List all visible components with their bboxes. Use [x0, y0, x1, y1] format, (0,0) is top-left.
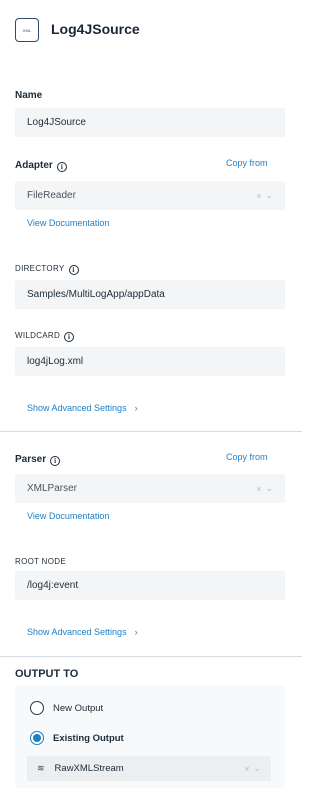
wildcard-input[interactable]: log4jLog.xml	[15, 347, 285, 376]
root-node-input[interactable]: /log4j:event	[15, 571, 285, 600]
parser-show-advanced-settings-link[interactable]: Show Advanced Settings ›	[27, 627, 138, 637]
stream-icon: ≋	[37, 763, 45, 773]
parser-label: Parser	[15, 454, 47, 465]
chevron-right-icon: ›	[134, 627, 138, 637]
existing-stream-select[interactable]: ≋ RawXMLStream × ⌄	[27, 756, 271, 781]
page-title: Log4JSource	[51, 21, 140, 37]
name-label: Name	[15, 90, 43, 101]
existing-output-radio[interactable]	[30, 731, 44, 745]
wildcard-label: WILDCARD	[15, 331, 61, 340]
name-input[interactable]: Log4JSource	[15, 108, 285, 137]
existing-stream-value: RawXMLStream	[54, 763, 124, 774]
parser-copy-from-link[interactable]: Copy from	[226, 452, 268, 462]
chevron-down-icon[interactable]: ⌄	[265, 483, 273, 494]
adapter-copy-from-link[interactable]: Copy from	[226, 158, 268, 168]
new-output-label: New Output	[53, 702, 104, 714]
adapter-label: Adapter	[15, 160, 53, 171]
adapter-label-row: Adapter i	[15, 160, 67, 172]
info-icon[interactable]: i	[50, 456, 61, 466]
parser-select[interactable]: XMLParser × ⌄	[15, 474, 285, 503]
clear-icon[interactable]: ×	[256, 484, 261, 494]
chevron-down-icon[interactable]: ⌄	[265, 190, 273, 201]
info-icon[interactable]: i	[56, 162, 67, 172]
source-type-icon: XML	[15, 18, 39, 42]
show-advanced-settings-label: Show Advanced Settings	[27, 627, 127, 637]
adapter-view-documentation-link[interactable]: View Documentation	[27, 218, 109, 228]
new-output-radio[interactable]	[30, 701, 44, 715]
show-advanced-settings-label: Show Advanced Settings	[27, 403, 127, 413]
info-icon[interactable]: i	[64, 332, 75, 342]
section-divider	[0, 656, 302, 657]
parser-label-row: Parser i	[15, 454, 61, 466]
wildcard-label-row: WILDCARD i	[15, 331, 75, 342]
parser-select-value: XMLParser	[27, 483, 78, 494]
adapter-select[interactable]: FileReader × ⌄	[15, 181, 285, 210]
clear-icon[interactable]: ×	[244, 764, 249, 774]
clear-icon[interactable]: ×	[256, 191, 261, 201]
adapter-select-value: FileReader	[27, 190, 76, 201]
chevron-right-icon: ›	[134, 403, 138, 413]
directory-input[interactable]: Samples/MultiLogApp/appData	[15, 280, 285, 309]
output-to-title: OUTPUT TO	[15, 668, 79, 680]
section-divider	[0, 431, 302, 432]
adapter-show-advanced-settings-link[interactable]: Show Advanced Settings ›	[27, 403, 138, 413]
info-icon[interactable]: i	[68, 265, 79, 275]
root-node-label: ROOT NODE	[15, 557, 67, 566]
existing-output-label: Existing Output	[53, 732, 124, 744]
existing-output-option[interactable]: Existing Output	[30, 731, 124, 745]
directory-label: DIRECTORY	[15, 264, 65, 273]
chevron-down-icon[interactable]: ⌄	[253, 763, 261, 774]
new-output-option[interactable]: New Output	[30, 701, 103, 715]
directory-label-row: DIRECTORY i	[15, 264, 79, 275]
parser-view-documentation-link[interactable]: View Documentation	[27, 511, 109, 521]
